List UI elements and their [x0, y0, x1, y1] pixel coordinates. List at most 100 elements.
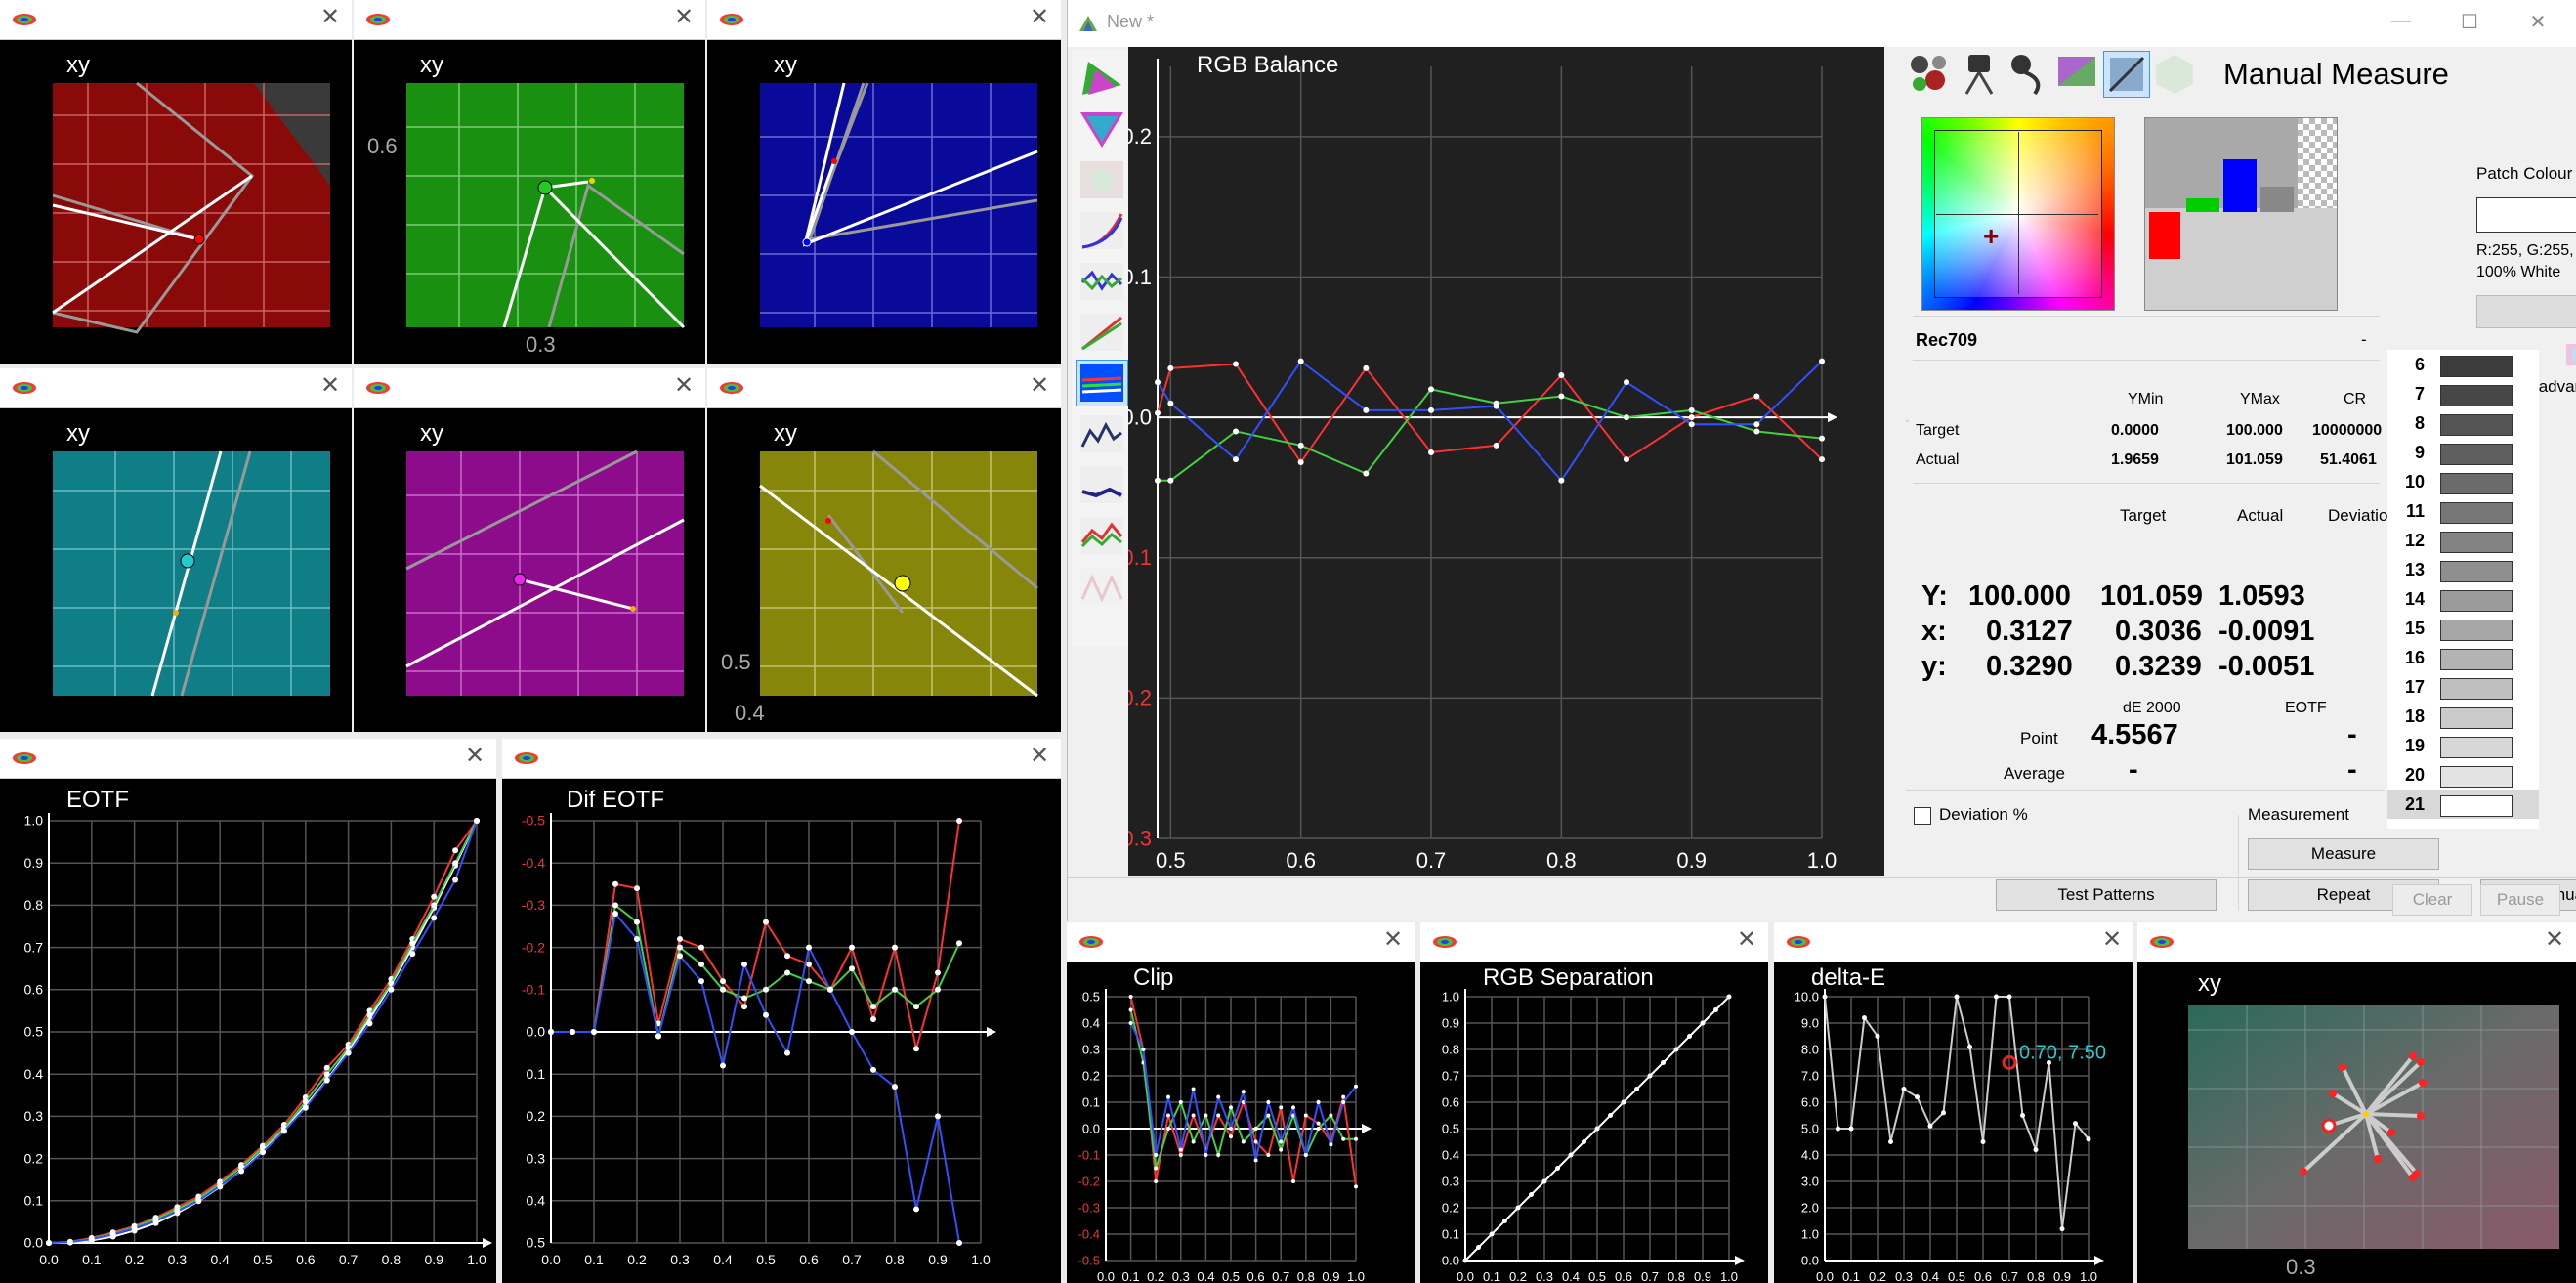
patch-list-item[interactable]: 12	[2387, 526, 2539, 555]
data-point	[1341, 1100, 1346, 1104]
close-icon[interactable]: ✕	[318, 6, 342, 29]
patch-list-item[interactable]: 21	[2387, 790, 2539, 819]
patch-list-item[interactable]: 19	[2387, 731, 2539, 760]
close-icon[interactable]: ✕	[463, 745, 486, 768]
y-tick-label: 3.0	[1801, 1174, 1819, 1188]
measure-button[interactable]: Measure	[2248, 838, 2439, 870]
close-icon[interactable]: ✕	[2523, 10, 2553, 35]
manual-measure-icon[interactable]	[2103, 51, 2150, 98]
y-tick-label: 0.4	[1082, 1015, 1100, 1030]
data-point	[46, 1240, 52, 1246]
maximize-icon[interactable]: ☐	[2455, 10, 2484, 35]
chart-title: Clip	[1133, 964, 1173, 991]
average-de: -	[2129, 754, 2138, 786]
rgb-balance-icon[interactable]	[1076, 360, 1128, 406]
patch-select-dropdown[interactable]: ⌄	[2476, 295, 2576, 328]
target-cr: 10000000	[2312, 422, 2383, 439]
xy-plot: xy 0.5 0.4	[707, 407, 1061, 732]
y-tick-label: 0.0	[24, 1235, 44, 1251]
patch-list-item[interactable]: 6	[2387, 350, 2539, 379]
data-point	[1241, 1139, 1246, 1144]
saturation-icon[interactable]	[1076, 156, 1128, 203]
target-ymin: 0.0000	[2111, 422, 2159, 439]
eotf-graph-icon[interactable]	[1076, 207, 1128, 254]
patch-number: 8	[2414, 413, 2425, 433]
compare-graph-icon[interactable]	[1076, 563, 1128, 610]
patch-swatch	[2440, 473, 2513, 494]
clear-button[interactable]: Clear	[2392, 884, 2472, 916]
patch-list-item[interactable]: 18	[2387, 702, 2539, 731]
data-point	[1621, 1099, 1626, 1105]
data-point	[1624, 379, 1629, 386]
cie-diagram-icon[interactable]	[1076, 55, 1128, 102]
gamut-icon[interactable]	[1076, 106, 1128, 152]
close-icon[interactable]: ✕	[318, 374, 342, 398]
patch-list-item[interactable]: 11	[2387, 496, 2539, 526]
data-point	[1128, 995, 1133, 999]
data-point	[1316, 1100, 1321, 1104]
patch-swatch	[2440, 590, 2513, 612]
y-tick-label: 0.5	[527, 1235, 546, 1251]
patch-list-item[interactable]: 13	[2387, 555, 2539, 584]
x-tick-label: 0.6	[1286, 848, 1316, 873]
pause-button[interactable]: Pause	[2480, 884, 2560, 916]
close-icon[interactable]: ✕	[2100, 928, 2124, 952]
patch-list-item[interactable]: 17	[2387, 672, 2539, 702]
close-icon[interactable]: ✕	[1735, 928, 1758, 952]
rgb-levels-icon[interactable]	[1076, 512, 1128, 559]
y-tick-label: 0.8	[1442, 1042, 1459, 1056]
x-tick-label: 0.2	[1869, 1269, 1886, 1283]
patch-list-item[interactable]: 20	[2387, 760, 2539, 790]
close-icon[interactable]: ✕	[2543, 928, 2566, 952]
data-point	[1297, 358, 1304, 364]
patch-list-item[interactable]: 8	[2387, 408, 2539, 438]
close-icon[interactable]: ✕	[1028, 374, 1051, 398]
patch-number: 6	[2414, 355, 2425, 374]
point-eotf: -	[2347, 719, 2357, 750]
data-point	[913, 1004, 919, 1010]
y-tick-label: 0.6	[1442, 1094, 1459, 1109]
data-point	[763, 919, 769, 925]
patch-list-item[interactable]: 14	[2387, 584, 2539, 614]
dif-eotf-icon[interactable]	[1076, 258, 1128, 305]
delta-e-graph-icon[interactable]	[1076, 410, 1128, 457]
x-deviation: -0.0091	[2218, 616, 2315, 647]
test-patterns-button[interactable]: Test Patterns	[1996, 879, 2217, 911]
y-tick-label: 7.0	[1801, 1068, 1819, 1083]
data-point	[2020, 1113, 2025, 1118]
close-icon[interactable]: ✕	[672, 6, 696, 29]
cube-icon[interactable]	[2152, 51, 2197, 96]
x-axis-arrow	[2094, 1256, 2104, 1265]
gamma-icon[interactable]	[1076, 309, 1128, 356]
tick-label: 0.5	[721, 650, 751, 674]
color-checker-icon[interactable]	[1908, 51, 1953, 96]
probe-cable-icon[interactable]	[2006, 51, 2050, 96]
meter-tripod-icon[interactable]	[1957, 51, 2002, 96]
close-icon[interactable]: ✕	[1028, 745, 1051, 768]
patch-list[interactable]: 6 7 8 9 10 11 12 13 14 15 16 17 18 19 20 21	[2387, 350, 2539, 829]
y-tick-label: -0.4	[1078, 1226, 1100, 1241]
data-point	[1901, 1087, 1907, 1091]
data-point	[1558, 393, 1565, 400]
data-point	[1297, 459, 1304, 466]
deviation-checkbox[interactable]	[1914, 807, 1931, 825]
patch-list-item[interactable]: 15	[2387, 614, 2539, 643]
patch-list-item[interactable]: 10	[2387, 467, 2539, 496]
x-target: 0.3127	[1986, 616, 2073, 647]
minimize-icon[interactable]: —	[2386, 10, 2416, 35]
display-icon[interactable]	[2054, 51, 2099, 96]
panel-titlebar: ✕	[354, 0, 705, 40]
x-tick-label: 0.7	[1416, 848, 1447, 873]
patch-list-item[interactable]: 16	[2387, 643, 2539, 672]
patch-list-item[interactable]: 9	[2387, 438, 2539, 467]
patch-list-item[interactable]: 7	[2387, 379, 2539, 408]
x-tick-label: 1.0	[2080, 1269, 2097, 1283]
xy-panel-magenta: ✕ xy	[354, 368, 705, 732]
close-icon[interactable]: ✕	[1028, 6, 1051, 29]
close-icon[interactable]: ✕	[672, 374, 696, 398]
close-icon[interactable]: ✕	[1381, 928, 1405, 952]
palette-icon[interactable]	[2562, 340, 2576, 369]
luminance-graph-icon[interactable]	[1076, 461, 1128, 508]
y-tick-label: 0.9	[1442, 1015, 1459, 1030]
dif-eotf-panel: ✕ Dif EOTF 0.0 0.1 0.2 0.3 0.4 0.5 0.6 0.7 0.8 0.…	[502, 739, 1061, 1283]
